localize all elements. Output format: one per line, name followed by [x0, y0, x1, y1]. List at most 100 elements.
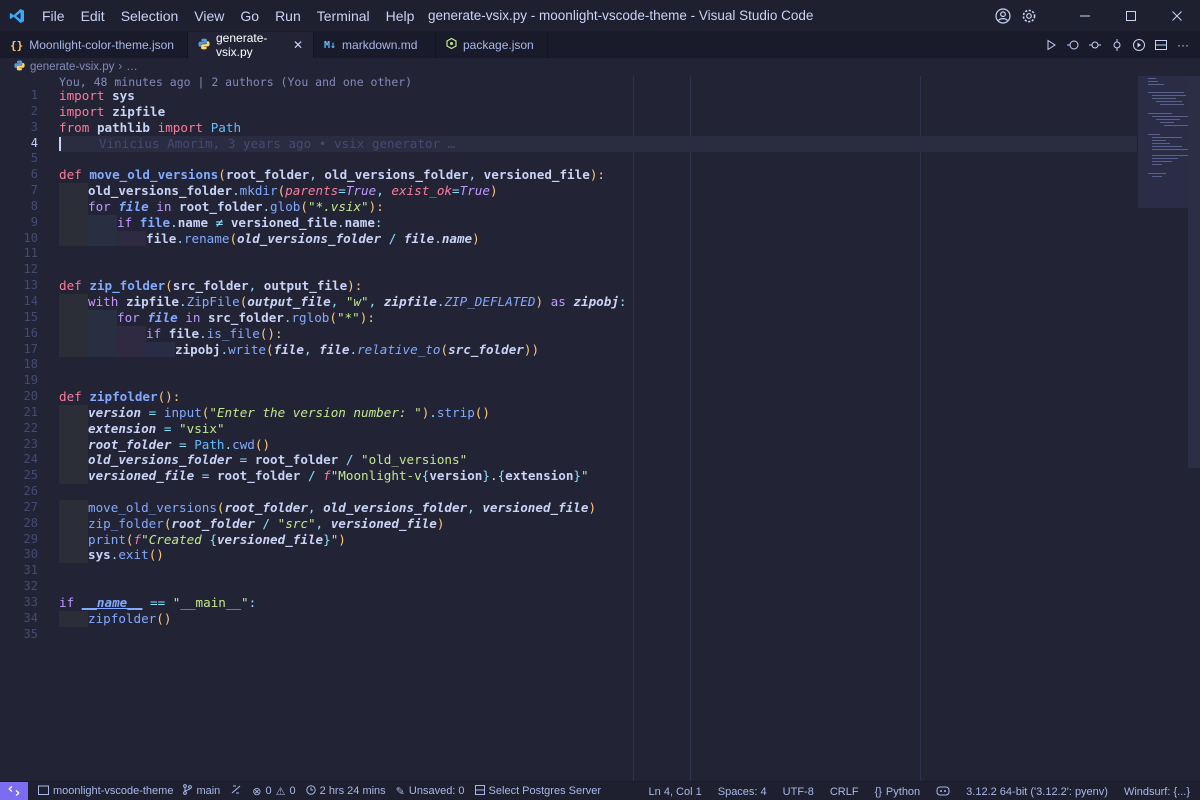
menu-go[interactable]: Go: [232, 0, 267, 32]
menu-view[interactable]: View: [186, 0, 232, 32]
minimize-button[interactable]: [1062, 0, 1108, 32]
time-status[interactable]: 2 hrs 24 mins: [305, 784, 386, 798]
copilot-status[interactable]: [936, 785, 950, 799]
postgres-status[interactable]: Select Postgres Server: [474, 784, 601, 798]
line-number: 13: [23, 278, 38, 293]
code-line: if __name__ == "__main__":: [59, 595, 257, 610]
pencil-icon: ✎: [395, 785, 405, 798]
line-number-gutter: 1 2 3 4 5 6 7 8 9 10 11 12 13 14 15 16 1…: [0, 88, 50, 643]
status-bar: moonlight-vscode-theme main ⊗ 0 ⚠ 0 2 hr…: [0, 781, 1200, 800]
code-line: print(f"Created {versioned_file}"): [59, 531, 627, 548]
warning-count: 0: [289, 785, 296, 797]
code-line: def zipfolder():: [59, 389, 181, 405]
line-number: 28: [23, 515, 38, 530]
line-number: 6: [30, 167, 38, 182]
braces-icon: {}: [874, 785, 882, 798]
menu-edit[interactable]: Edit: [73, 0, 113, 32]
repo-status[interactable]: moonlight-vscode-theme: [38, 785, 173, 798]
account-icon[interactable]: [990, 0, 1016, 32]
time-tracked: 2 hrs 24 mins: [319, 785, 386, 797]
breadcrumb-file[interactable]: generate-vsix.py: [30, 61, 114, 73]
code-line: old_versions_folder = root_folder / "old…: [59, 452, 627, 469]
more-actions-icon[interactable]: ···: [1172, 38, 1194, 52]
menu-terminal[interactable]: Terminal: [309, 0, 378, 32]
npm-icon: [446, 37, 457, 52]
code-line: zip_folder(root_folder / "src", versione…: [59, 515, 627, 532]
menu-run[interactable]: Run: [267, 0, 309, 32]
repo-name: moonlight-vscode-theme: [53, 785, 174, 797]
tab-bar: {} Moonlight-color-theme.json generate-v…: [0, 31, 1200, 59]
ruler: [690, 76, 691, 781]
gear-icon[interactable]: [1016, 0, 1042, 32]
code-content[interactable]: import sys import zipfile from pathlib i…: [59, 88, 627, 643]
branch-name: main: [196, 785, 221, 797]
minimap[interactable]: [1138, 76, 1188, 208]
windsurf-status[interactable]: Windsurf: {...}: [1124, 786, 1190, 798]
code-line: extension = "vsix": [59, 420, 627, 437]
sync-status[interactable]: [230, 784, 242, 798]
database-icon: [474, 784, 485, 798]
remote-indicator-icon[interactable]: [0, 781, 28, 800]
vertical-scrollbar[interactable]: [1188, 76, 1200, 468]
git-compare-icon[interactable]: [1084, 39, 1106, 51]
language-label: Python: [885, 785, 921, 798]
tab-generate-vsix[interactable]: generate-vsix.py ✕: [188, 31, 314, 59]
indentation[interactable]: Spaces: 4: [718, 786, 767, 798]
git-branch-icon: [183, 784, 193, 798]
text-cursor: [59, 137, 61, 152]
history-back-icon[interactable]: [1062, 39, 1084, 51]
code-line: zipfolder(): [59, 610, 627, 627]
code-line: def move_old_versions(root_folder, old_v…: [59, 167, 605, 183]
sync-icon: [230, 784, 242, 798]
code-line: def zip_folder(src_folder, output_file):: [59, 278, 363, 294]
encoding[interactable]: UTF-8: [783, 786, 814, 798]
cursor-position[interactable]: Ln 4, Col 1: [649, 786, 702, 798]
python-file-icon: [14, 60, 25, 74]
tab-moonlight-color-theme[interactable]: {} Moonlight-color-theme.json: [0, 32, 188, 58]
line-number: 5: [30, 151, 38, 166]
tab-markdown[interactable]: M↓ markdown.md: [314, 32, 436, 58]
code-line: from pathlib import Path: [59, 119, 242, 135]
unsaved-status[interactable]: ✎ Unsaved: 0: [396, 785, 465, 798]
close-tab-icon[interactable]: ✕: [293, 38, 303, 52]
preview-icon[interactable]: [1128, 38, 1150, 52]
folder-icon: [38, 785, 49, 798]
branch-status[interactable]: main: [183, 784, 220, 798]
line-number: 19: [23, 373, 38, 388]
line-number: 27: [23, 499, 38, 514]
split-editor-icon[interactable]: [1150, 39, 1172, 51]
git-commit-icon[interactable]: [1106, 39, 1128, 51]
markdown-icon: M↓: [324, 39, 337, 51]
code-line: if file.is_file():: [59, 325, 627, 342]
close-window-button[interactable]: [1154, 0, 1200, 32]
error-icon: ⊗: [252, 785, 262, 798]
python-interpreter[interactable]: 3.12.2 64-bit ('3.12.2': pyenv): [966, 786, 1108, 798]
line-number: 2: [30, 103, 38, 118]
breadcrumb-symbol[interactable]: …: [126, 61, 138, 73]
language-mode[interactable]: {} Python: [875, 786, 921, 798]
line-number: 22: [23, 420, 38, 435]
menu-help[interactable]: Help: [378, 0, 423, 32]
problems-status[interactable]: ⊗ 0 ⚠ 0: [252, 785, 295, 798]
code-line: version = input("Enter the version numbe…: [59, 404, 627, 421]
menu-file[interactable]: File: [34, 0, 73, 32]
line-number: 26: [23, 484, 38, 499]
line-number: 15: [23, 309, 38, 324]
menu-selection[interactable]: Selection: [113, 0, 187, 32]
code-line: file.rename(old_versions_folder / file.n…: [59, 230, 627, 247]
code-editor[interactable]: You, 48 minutes ago | 2 authors (You and…: [0, 76, 1200, 781]
run-icon[interactable]: [1040, 39, 1062, 51]
line-ending[interactable]: CRLF: [830, 786, 859, 798]
inline-blame[interactable]: Vinicius Amorim, 3 years ago • vsix gene…: [99, 136, 455, 151]
code-line: sys.exit(): [59, 547, 627, 564]
maximize-button[interactable]: [1108, 0, 1154, 32]
tab-package-json[interactable]: package.json: [436, 32, 548, 58]
code-line: with zipfile.ZipFile(output_file, "w", z…: [59, 293, 627, 310]
line-number: 35: [23, 626, 38, 641]
